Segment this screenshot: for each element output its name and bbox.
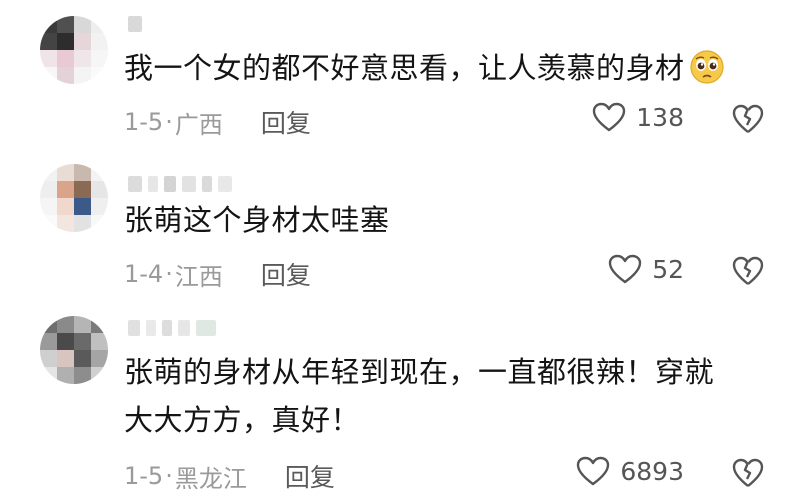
pleading-face-icon	[689, 49, 725, 85]
heart-outline-icon	[608, 254, 642, 284]
reply-button[interactable]: 回复	[285, 458, 335, 494]
reply-button[interactable]: 回复	[261, 256, 311, 292]
dislike-button[interactable]	[732, 256, 764, 286]
comment-meta: 1-5 · 黑龙江 回复	[124, 458, 335, 494]
meta-separator: ·	[165, 108, 173, 136]
dislike-button[interactable]	[732, 104, 764, 134]
comment-date: 1-5	[124, 108, 164, 136]
broken-heart-icon	[732, 104, 764, 134]
heart-outline-icon	[576, 456, 610, 486]
comment-text: 我一个女的都不好意思看，让人羡慕的身材	[124, 46, 784, 90]
meta-separator: ·	[165, 260, 173, 288]
comment-text-line-2: 大大方方，真好！	[124, 403, 361, 437]
like-count: 138	[636, 102, 684, 132]
comment-text-body: 我一个女的都不好意思看，让人羡慕的身材	[124, 51, 685, 85]
like-button[interactable]: 52	[608, 254, 684, 284]
heart-outline-icon	[592, 102, 626, 132]
broken-heart-icon	[732, 256, 764, 286]
comment-meta: 1-5 · 广西 回复	[124, 104, 311, 140]
comment-text: 张萌的身材从年轻到现在，一直都很辣！穿就 大大方方，真好！	[124, 350, 784, 442]
avatar[interactable]	[40, 164, 108, 232]
like-count: 6893	[620, 456, 684, 486]
comment-location: 江西	[174, 262, 223, 291]
reply-button[interactable]: 回复	[261, 104, 311, 140]
like-count: 52	[652, 254, 684, 284]
like-button[interactable]: 138	[592, 102, 684, 132]
comment-date: 1-5	[124, 462, 164, 490]
like-button[interactable]: 6893	[576, 456, 684, 486]
meta-separator: ·	[165, 462, 173, 490]
username-blurred[interactable]	[128, 14, 142, 34]
comment-location: 黑龙江	[174, 464, 247, 493]
comment-text: 张萌这个身材太哇塞	[124, 203, 390, 237]
username-blurred[interactable]	[128, 174, 232, 194]
comment-date: 1-4	[124, 260, 164, 288]
comment-meta: 1-4 · 江西 回复	[124, 256, 311, 292]
avatar[interactable]	[40, 316, 108, 384]
username-blurred[interactable]	[128, 318, 216, 338]
broken-heart-icon	[732, 458, 764, 488]
comment-location: 广西	[174, 110, 223, 139]
avatar[interactable]	[40, 16, 108, 84]
dislike-button[interactable]	[732, 458, 764, 488]
comment-text-line-1: 张萌的身材从年轻到现在，一直都很辣！穿就	[124, 355, 715, 389]
